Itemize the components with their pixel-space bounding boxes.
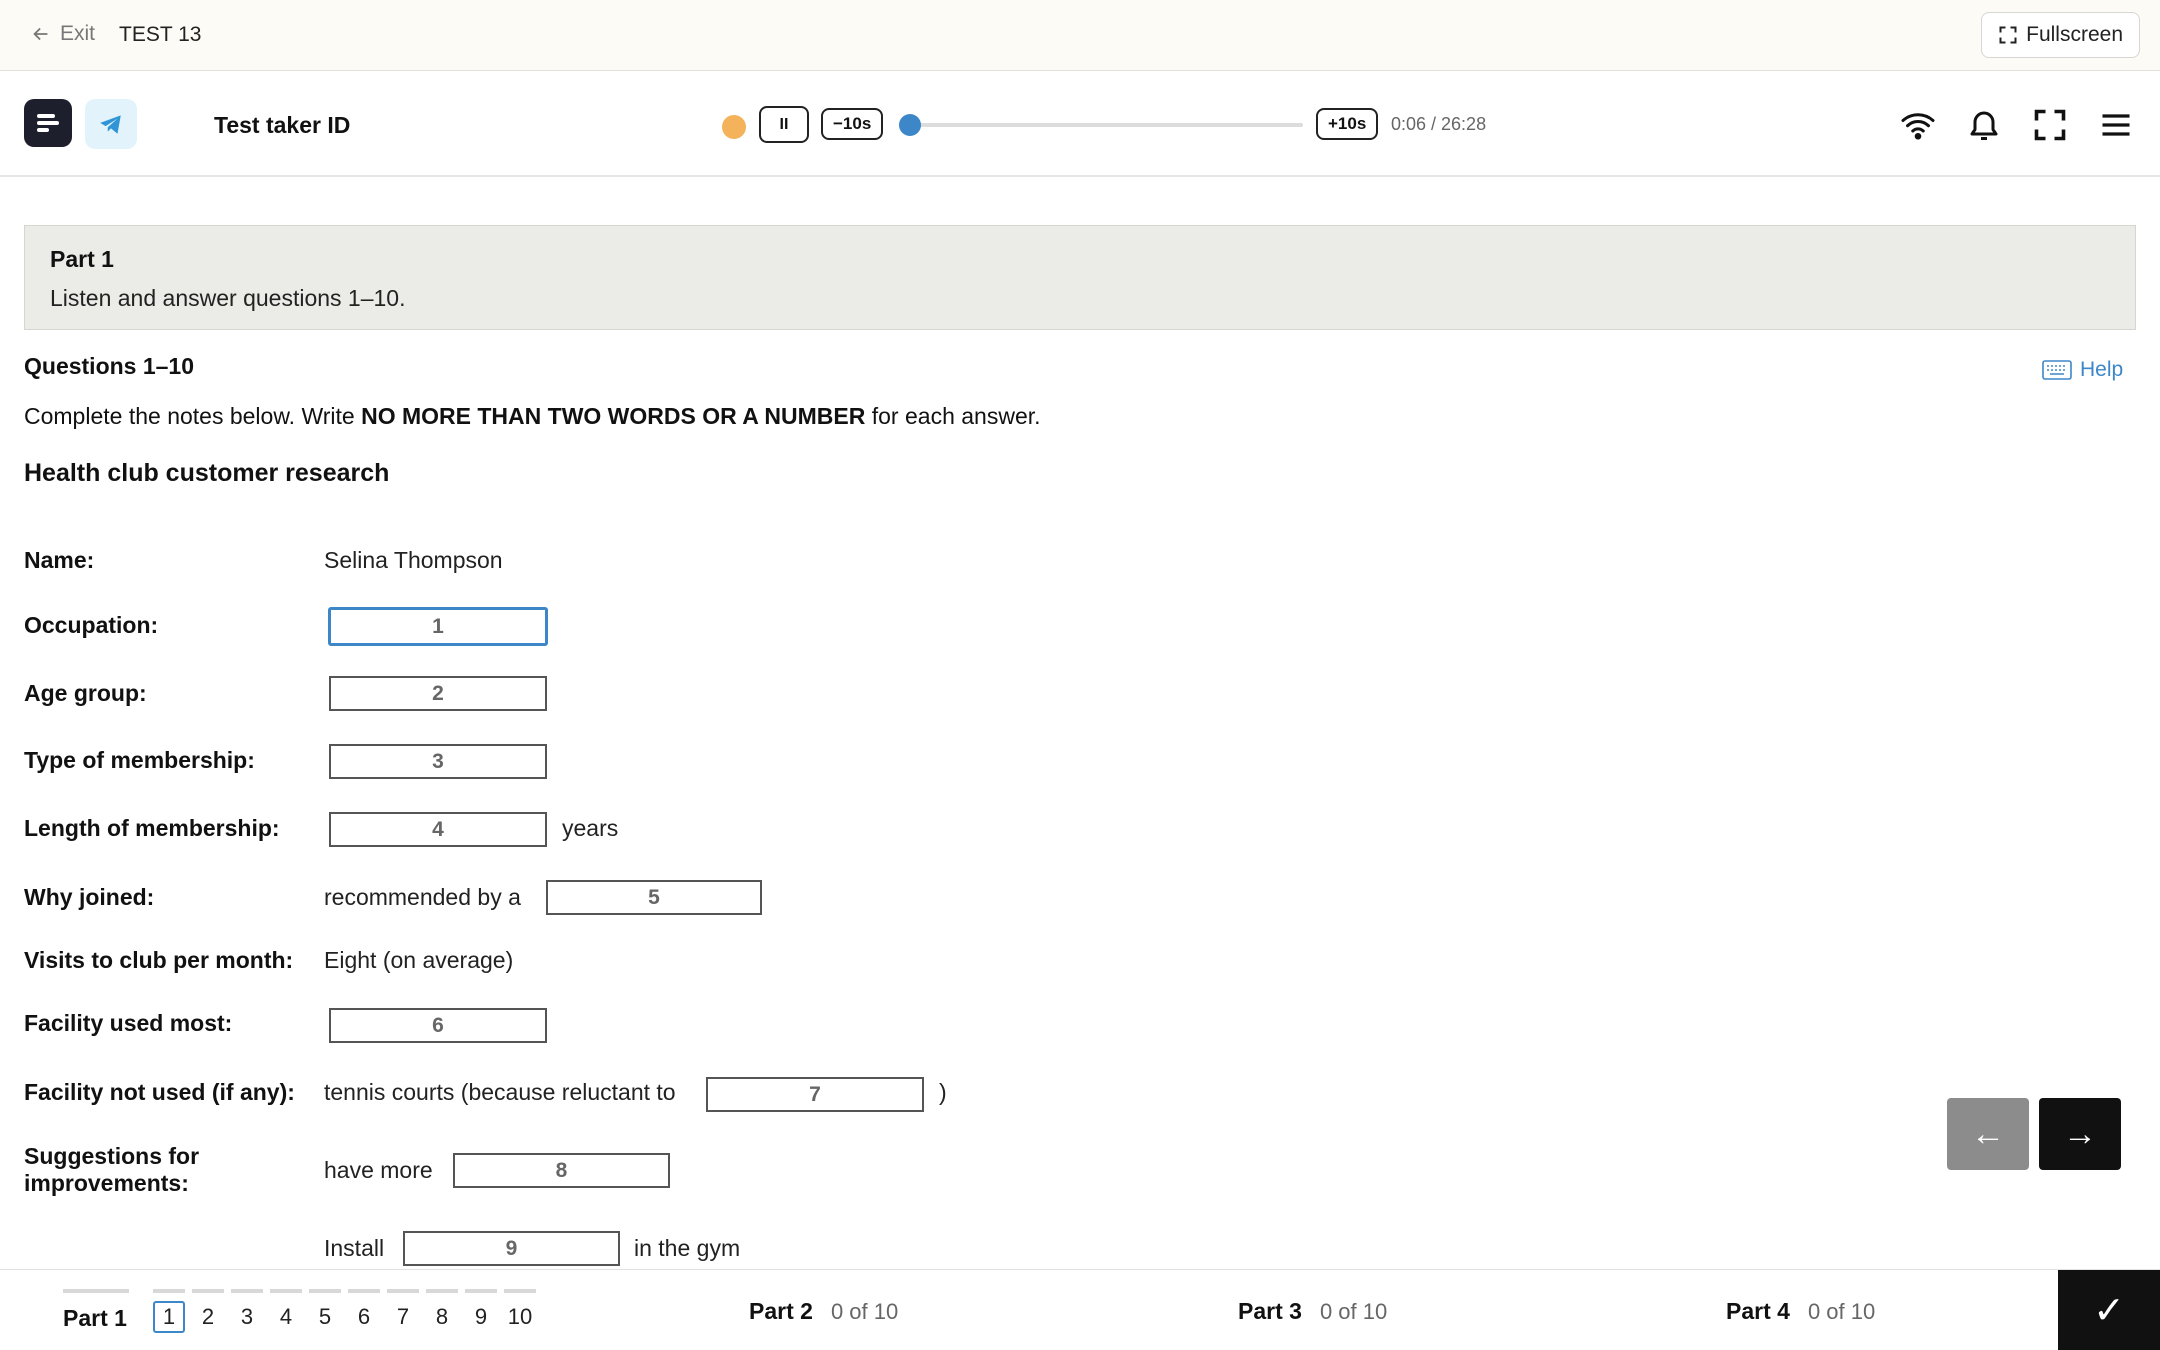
row-label-name: Name: (24, 547, 95, 573)
name-value: Selina Thompson (324, 547, 503, 573)
audio-time: 0:06 / 26:28 (1391, 114, 1487, 134)
q-bar-2 (192, 1289, 224, 1293)
question-nav-8[interactable]: 8 (426, 1301, 458, 1333)
answer-input-1[interactable]: 1 (328, 607, 548, 646)
test-title: TEST 13 (119, 23, 202, 46)
player-bar: Test taker ID II −10s +10s 0:06 / 26:28 (0, 72, 2160, 177)
row-label-facility-not-used: Facility not used (if any): (24, 1079, 295, 1105)
q-bar-6 (348, 1289, 380, 1293)
question-nav-2[interactable]: 2 (192, 1301, 224, 1333)
submit-button[interactable]: ✓ (2058, 1270, 2160, 1350)
part-instruction: Listen and answer questions 1–10. (50, 285, 406, 311)
question-nav-4[interactable]: 4 (270, 1301, 302, 1333)
question-nav-6[interactable]: 6 (348, 1301, 380, 1333)
fullscreen-label: Fullscreen (2026, 23, 2123, 46)
exit-button[interactable]: Exit (30, 22, 95, 46)
fullscreen-icon (1999, 26, 2017, 44)
expand-icon[interactable] (2030, 105, 2070, 145)
row-label-facility-used-most: Facility used most: (24, 1010, 233, 1036)
part4-progress: 0 of 10 (1807, 1299, 1876, 1324)
question-nav-3[interactable]: 3 (231, 1301, 263, 1333)
notes-title: Health club customer research (24, 459, 390, 487)
question-nav-7[interactable]: 7 (387, 1301, 419, 1333)
row-label-type-of-membership: Type of membership: (24, 747, 255, 773)
part3-progress: 0 of 10 (1319, 1299, 1388, 1324)
instruction-post: for each answer. (865, 403, 1041, 429)
answer-input-5[interactable]: 5 (546, 880, 762, 915)
test-taker-id: Test taker ID (214, 112, 351, 138)
answer-input-3[interactable]: 3 (329, 744, 547, 779)
install-text: Install (324, 1235, 385, 1261)
part1-progress-bar (63, 1289, 129, 1293)
emoji-icon (722, 115, 746, 139)
question-nav-1[interactable]: 1 (153, 1301, 185, 1333)
rewind-10s-button[interactable]: −10s (821, 108, 884, 140)
menu-icon[interactable] (2096, 105, 2136, 145)
in-the-gym-text: in the gym (634, 1235, 741, 1261)
row-label-suggestions-line1: Suggestions for (24, 1143, 200, 1169)
arrow-left-icon (33, 27, 48, 41)
row-label-visits: Visits to club per month: (24, 947, 294, 973)
answer-input-7[interactable]: 7 (706, 1077, 924, 1112)
row-label-age-group: Age group: (24, 680, 147, 706)
help-label: Help (2080, 358, 2124, 381)
footer-part1[interactable]: Part 1 (63, 1305, 127, 1332)
answer-input-8[interactable]: 8 (453, 1153, 670, 1188)
q-bar-9 (465, 1289, 497, 1293)
row-label-why-joined: Why joined: (24, 884, 155, 910)
answer-input-4[interactable]: 4 (329, 812, 547, 847)
instruction-pre: Complete the notes below. Write (24, 403, 362, 429)
q-bar-5 (309, 1289, 341, 1293)
answer-input-9[interactable]: 9 (403, 1231, 620, 1266)
closing-paren-text: ) (939, 1079, 947, 1105)
q-bar-10 (504, 1289, 536, 1293)
app-logo-icon[interactable] (24, 99, 72, 147)
q-bar-8 (426, 1289, 458, 1293)
help-button[interactable]: Help (2042, 358, 2123, 382)
tennis-courts-text: tennis courts (because reluctant to (324, 1079, 676, 1105)
row-label-occupation: Occupation: (24, 612, 159, 638)
instruction-bold: NO MORE THAN TWO WORDS OR A NUMBER (361, 403, 866, 429)
answer-input-2[interactable]: 2 (329, 676, 547, 711)
part2-label: Part 2 (749, 1298, 813, 1324)
fullscreen-button[interactable]: Fullscreen (1981, 12, 2140, 58)
questions-heading: Questions 1–10 (24, 353, 195, 379)
telegram-icon[interactable] (85, 99, 137, 149)
question-nav-9[interactable]: 9 (465, 1301, 497, 1333)
have-more-text: have more (324, 1157, 433, 1183)
part4-label: Part 4 (1726, 1298, 1790, 1324)
footer-nav: Part 1 1 2 3 4 5 6 7 8 9 10 Part 2 0 of 1… (0, 1269, 2160, 1350)
part2-progress: 0 of 10 (830, 1299, 899, 1324)
row-label-suggestions-line2: improvements: (24, 1170, 189, 1196)
recommended-text: recommended by a (324, 884, 521, 910)
questions-instruction: Complete the notes below. Write NO MORE … (24, 403, 1041, 430)
q-bar-3 (231, 1289, 263, 1293)
q-bar-1 (153, 1289, 185, 1293)
answer-input-6[interactable]: 6 (329, 1008, 547, 1043)
years-text: years (562, 815, 619, 841)
bell-icon[interactable] (1964, 105, 2004, 145)
audio-progress-track[interactable] (908, 123, 1303, 127)
part-title: Part 1 (50, 246, 114, 272)
pause-button[interactable]: II (759, 106, 809, 143)
wifi-icon[interactable] (1898, 105, 1938, 145)
part-banner: Part 1 Listen and answer questions 1–10. (24, 225, 2136, 330)
footer-part3[interactable]: Part 3 0 of 10 (1238, 1298, 1387, 1325)
top-bar: Exit TEST 13 Fullscreen (0, 0, 2160, 71)
row-label-length-of-membership: Length of membership: (24, 815, 280, 841)
next-question-button[interactable]: → (2039, 1098, 2121, 1170)
q-bar-7 (387, 1289, 419, 1293)
footer-part2[interactable]: Part 2 0 of 10 (749, 1298, 898, 1325)
q-bar-4 (270, 1289, 302, 1293)
exit-label: Exit (60, 22, 96, 45)
part3-label: Part 3 (1238, 1298, 1302, 1324)
question-nav-5[interactable]: 5 (309, 1301, 341, 1333)
visits-value: Eight (on average) (324, 947, 514, 973)
previous-question-button[interactable]: ← (1947, 1098, 2029, 1170)
audio-progress-knob[interactable] (898, 114, 921, 136)
footer-part4[interactable]: Part 4 0 of 10 (1726, 1298, 1875, 1325)
forward-10s-button[interactable]: +10s (1316, 108, 1379, 140)
question-nav-10[interactable]: 10 (504, 1301, 536, 1333)
keyboard-icon (2042, 360, 2072, 380)
